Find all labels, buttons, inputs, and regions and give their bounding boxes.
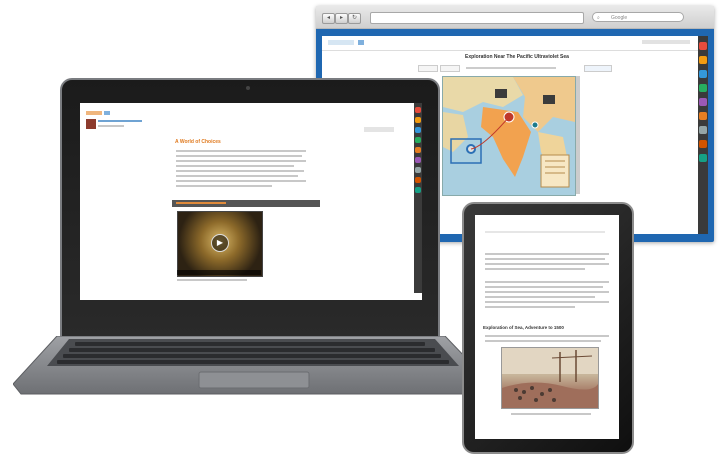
dock-app-icon[interactable] (699, 56, 707, 64)
body-text-line (485, 340, 601, 342)
body-text-line (485, 296, 595, 298)
map-scrollbar[interactable] (576, 76, 580, 194)
dock-app-icon[interactable] (415, 167, 421, 173)
body-text-line (485, 268, 585, 270)
logo-mark (358, 40, 364, 45)
video-section-title (176, 202, 226, 204)
search-placeholder: Google (611, 15, 628, 21)
site-logo (328, 40, 354, 45)
body-text-line (176, 175, 298, 177)
dock-app-icon[interactable] (415, 187, 421, 193)
tablet-section-heading: Exploration of Sea, Adventure to 1500 (483, 325, 564, 330)
video-controls[interactable] (177, 270, 261, 275)
dock-app-icon[interactable] (699, 154, 707, 162)
body-text-line (176, 155, 302, 157)
webcam (246, 86, 250, 90)
map-tab[interactable] (440, 65, 460, 72)
dock-app-icon[interactable] (699, 112, 707, 120)
dock-app-icon[interactable] (415, 107, 421, 113)
dock-app-icon[interactable] (699, 70, 707, 78)
image-caption (511, 413, 591, 415)
browser-app-dock (698, 36, 708, 234)
address-bar[interactable] (370, 12, 584, 24)
map-title: Exploration Near The Pacific Ultraviolet… (465, 54, 569, 60)
search-icon: ⌕ (597, 15, 600, 21)
dock-app-icon[interactable] (415, 117, 421, 123)
dock-app-icon[interactable] (699, 42, 707, 50)
body-text-line (485, 263, 609, 265)
tablet-header-line (485, 231, 605, 233)
historical-map[interactable] (442, 76, 576, 196)
laptop-keyboard-base (13, 336, 491, 395)
dock-app-icon[interactable] (699, 84, 707, 92)
body-text-line (176, 160, 306, 162)
video-caption (177, 279, 247, 281)
back-icon[interactable]: ◂ (322, 13, 335, 24)
body-text-line (485, 335, 609, 337)
body-text-line (176, 165, 294, 167)
illustration-drawing (502, 348, 598, 408)
lesson-heading: A World of Choices (175, 139, 221, 145)
site-logo (86, 111, 102, 115)
top-right-links[interactable] (642, 40, 690, 44)
map-tab[interactable] (584, 65, 612, 72)
dock-app-icon[interactable] (699, 140, 707, 148)
tablet-illustration[interactable] (501, 347, 599, 409)
body-text-line (176, 180, 306, 182)
body-text-line (176, 185, 272, 187)
toolbar-icons[interactable] (364, 127, 394, 132)
body-text-line (485, 291, 609, 293)
body-text-line (485, 301, 609, 303)
body-text-line (485, 286, 603, 288)
body-text-line (485, 253, 609, 255)
play-icon[interactable]: ▶ (211, 234, 229, 252)
search-field[interactable]: ⌕ Google (592, 12, 684, 22)
body-text-line (485, 258, 605, 260)
body-text-line (176, 150, 306, 152)
dock-app-icon[interactable] (415, 137, 421, 143)
map-drawing (443, 77, 575, 188)
reload-icon[interactable]: ↻ (348, 13, 361, 24)
dock-app-icon[interactable] (415, 177, 421, 183)
dock-app-icon[interactable] (699, 98, 707, 106)
dock-app-icon[interactable] (415, 127, 421, 133)
body-text-line (485, 281, 609, 283)
body-text-line (176, 170, 304, 172)
map-tab[interactable] (418, 65, 438, 72)
divider (322, 50, 698, 51)
laptop-app-dock (414, 103, 422, 293)
course-subtitle (98, 125, 124, 127)
video-section-bar (172, 200, 320, 207)
body-text-line (485, 306, 575, 308)
dock-app-icon[interactable] (415, 147, 421, 153)
browser-toolbar: ◂ ▸ ↻ ⌕ Google (316, 6, 714, 29)
map-caption (466, 67, 556, 69)
dock-app-icon[interactable] (699, 126, 707, 134)
course-title[interactable] (98, 120, 142, 122)
forward-icon[interactable]: ▸ (335, 13, 348, 24)
logo-mark (104, 111, 110, 115)
map-tabs[interactable] (418, 65, 618, 72)
book-thumbnail[interactable] (86, 119, 96, 129)
dock-app-icon[interactable] (415, 157, 421, 163)
